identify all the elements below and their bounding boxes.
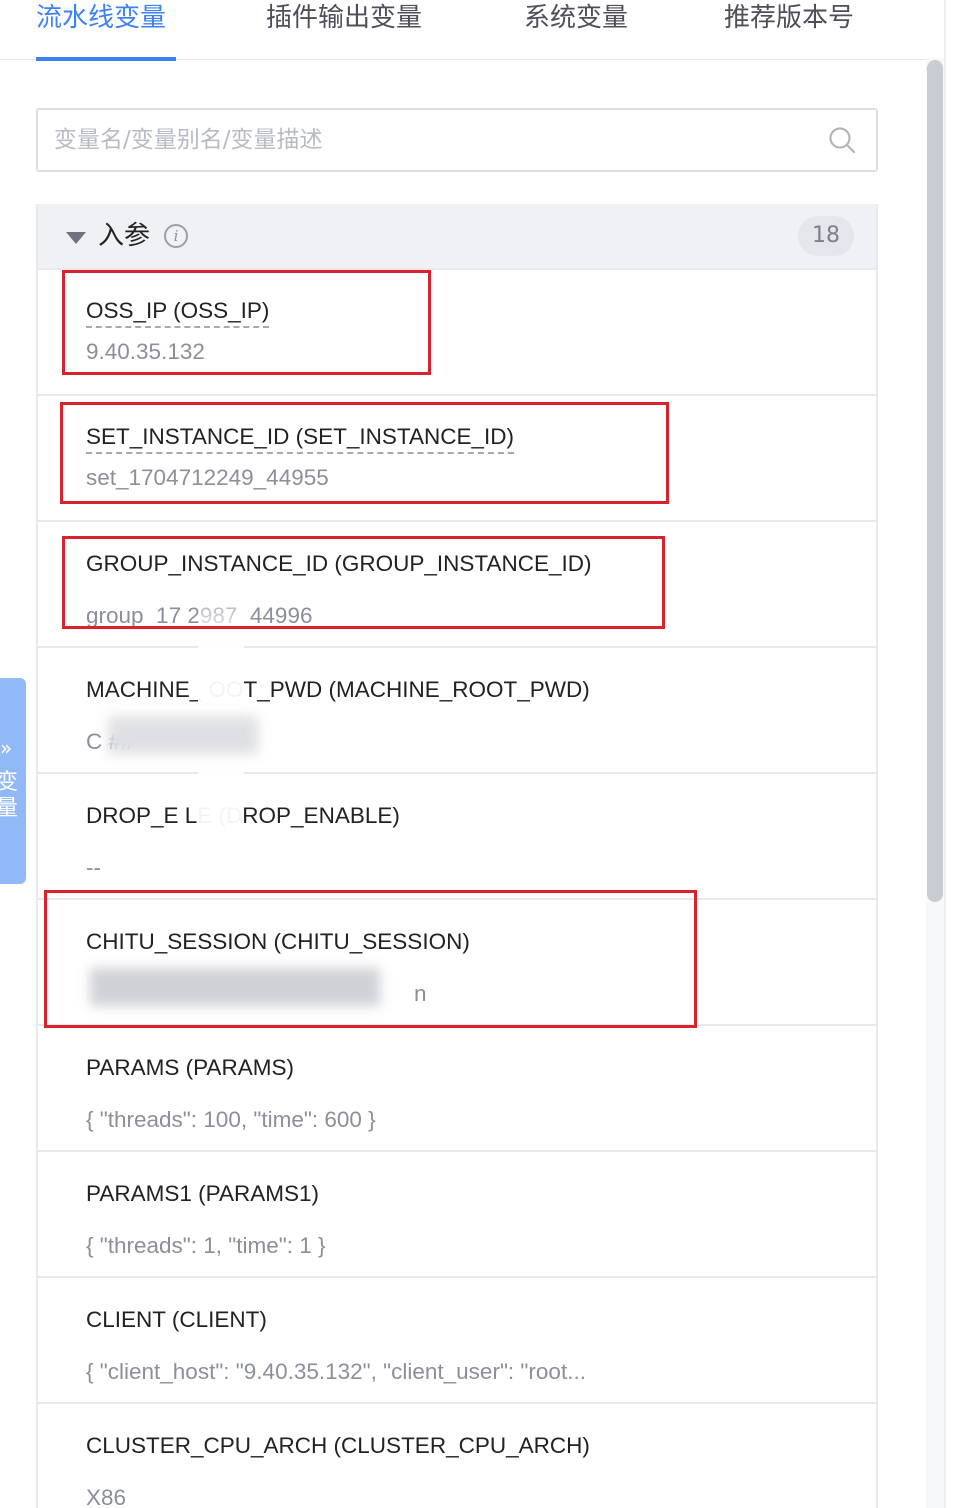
variable-item[interactable]: PARAMS1 (PARAMS1) { "threads": 1, "time"… <box>38 1150 876 1276</box>
variable-name: DROP_E LE (DROP_ENABLE) <box>86 803 400 828</box>
tab-label: 插件输出变量 <box>266 3 423 33</box>
variable-name: MACHINE_ OOT_PWD (MACHINE_ROOT_PWD) <box>86 677 590 702</box>
side-tab-label: 变量 <box>0 770 19 821</box>
variable-item[interactable]: DROP_E LE (DROP_ENABLE) -- <box>38 772 876 898</box>
variable-value: { "threads": 1, "time": 1 } <box>86 1233 326 1258</box>
variable-value: -- <box>86 855 101 880</box>
variable-item[interactable]: PARAMS (PARAMS) { "threads": 100, "time"… <box>38 1024 876 1150</box>
variables-side-tab[interactable]: » 变量 <box>0 678 26 884</box>
variable-value: set_1704712249_44955 <box>86 465 329 490</box>
variable-item[interactable]: OSS_IP (OSS_IP) 9.40.35.132 <box>38 268 876 394</box>
group-title: 入参 <box>98 221 151 251</box>
variable-name: CLUSTER_CPU_ARCH (CLUSTER_CPU_ARCH) <box>86 1433 590 1458</box>
caret-down-icon[interactable] <box>66 232 86 244</box>
tab-system-variables[interactable]: 系统变量 <box>524 0 628 60</box>
variable-value: 9.40.35.132 <box>86 339 205 364</box>
tab-label: 系统变量 <box>524 3 629 33</box>
variable-item[interactable]: SET_INSTANCE_ID (SET_INSTANCE_ID) set_17… <box>38 394 876 520</box>
variable-item[interactable]: MACHINE_ OOT_PWD (MACHINE_ROOT_PWD) C ## <box>38 646 876 772</box>
variable-item[interactable]: CLIENT (CLIENT) { "client_host": "9.40.3… <box>38 1276 876 1402</box>
tab-label: 流水线变量 <box>36 3 167 33</box>
variable-name: GROUP_INSTANCE_ID (GROUP_INSTANCE_ID) <box>86 551 592 576</box>
tab-label: 推荐版本号 <box>724 3 855 33</box>
variable-value: n <box>414 981 427 1006</box>
variable-item[interactable]: CHITU_SESSION (CHITU_SESSION) n <box>38 898 876 1024</box>
variable-name: OSS_IP (OSS_IP) <box>86 296 270 328</box>
search-box <box>36 108 878 172</box>
search-icon[interactable] <box>828 126 856 154</box>
variable-value: C ## <box>86 729 134 754</box>
count-badge: 18 <box>798 216 854 256</box>
variable-name: PARAMS1 (PARAMS1) <box>86 1181 319 1206</box>
double-chevron-right-icon: » <box>0 736 13 760</box>
variable-value: { "threads": 100, "time": 600 } <box>86 1107 376 1132</box>
variable-item[interactable]: GROUP_INSTANCE_ID (GROUP_INSTANCE_ID) gr… <box>38 520 876 646</box>
group-header[interactable]: 入参 i 18 <box>38 204 876 268</box>
panel-border <box>944 0 946 1508</box>
search-input[interactable] <box>54 110 814 170</box>
scrollbar-thumb[interactable] <box>927 60 943 902</box>
variable-name: CHITU_SESSION (CHITU_SESSION) <box>86 929 470 954</box>
variable-name: PARAMS (PARAMS) <box>86 1055 294 1080</box>
variable-name: CLIENT (CLIENT) <box>86 1307 267 1332</box>
variable-name: SET_INSTANCE_ID (SET_INSTANCE_ID) <box>86 422 514 454</box>
variable-value: X86 <box>86 1485 127 1508</box>
tab-plugin-output-variables[interactable]: 插件输出变量 <box>266 0 422 60</box>
variable-value: group_17 2987_44996 <box>86 603 313 628</box>
tab-recommended-version[interactable]: 推荐版本号 <box>724 0 854 60</box>
info-icon[interactable]: i <box>164 224 188 248</box>
variable-tabs: 流水线变量 插件输出变量 系统变量 推荐版本号 <box>0 0 946 61</box>
variable-group-inputs: 入参 i 18 OSS_IP (OSS_IP) 9.40.35.132 SET_… <box>36 204 878 1508</box>
variable-value: { "client_host": "9.40.35.132", "client_… <box>86 1359 586 1384</box>
variable-item[interactable]: CLUSTER_CPU_ARCH (CLUSTER_CPU_ARCH) X86 <box>38 1402 876 1508</box>
tab-pipeline-variables[interactable]: 流水线变量 <box>36 0 176 61</box>
